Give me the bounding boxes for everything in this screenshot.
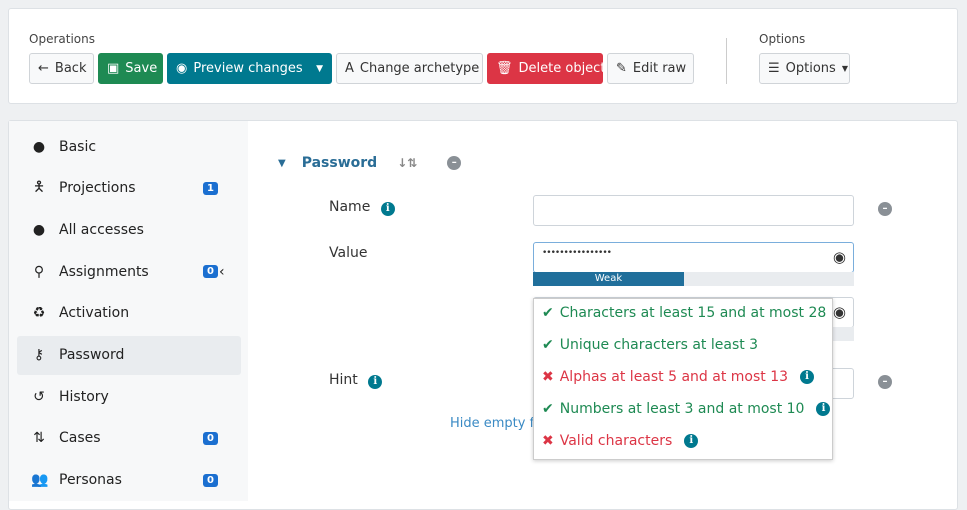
history-icon: ↺ [33,388,45,405]
sidebar-item-history[interactable]: ↺ History [17,377,241,416]
sidebar-item-label: Password [59,347,125,363]
sidebar-item-cases[interactable]: ⇅ Cases 0 [17,419,241,458]
chevron-left-icon[interactable]: ‹ [219,264,225,280]
recycle-icon: ♻ [32,305,46,322]
remove-icon[interactable]: – [878,202,892,216]
sidebar-item-label: History [59,388,109,405]
check-icon: ✔ [542,305,554,321]
circle-icon: ● [32,138,46,155]
hint-label: Hint i [329,372,383,389]
count-badge: 0 [203,265,218,279]
count-badge: 0 [203,473,218,487]
sidebar-item-label: Projections [59,180,136,197]
sidebar-item-password[interactable]: ⚷ Password [17,335,241,375]
remove-icon[interactable]: – [878,375,892,389]
password-rules-popup: ✔ Characters at least 15 and at most 28 ✔ U… [533,298,833,460]
sidebar-item-basic[interactable]: ● Basic [17,127,241,166]
edit-raw-button[interactable]: ✎ Edit raw [607,53,694,84]
save-button[interactable]: ▣ Save [98,53,163,84]
strength-fill: Weak [533,272,684,286]
name-input[interactable] [533,195,854,226]
info-icon[interactable]: i [368,375,383,389]
assignment-icon: ⚲ [33,263,45,280]
options-button[interactable]: ☰ Options ▼ [759,53,850,84]
remove-icon[interactable]: – [447,156,462,170]
value-label: Value [329,245,368,261]
sidebar: ● Basic 🯅 Projections 1 ● All accesses ⚲ Assignm… [9,121,248,501]
edit-icon: ✎ [616,61,627,76]
sidebar-item-assignments[interactable]: ⚲ Assignments 0 ‹ [17,252,241,291]
sidebar-item-activation[interactable]: ♻ Activation [17,294,241,333]
sort-icon[interactable]: ↓⇅ [397,156,417,170]
change-archetype-button[interactable]: A Change archetype [336,53,483,84]
sidebar-item-label: Basic [59,138,97,155]
sidebar-item-label: Activation [59,305,130,322]
sidebar-item-label: Personas [59,472,122,489]
strength-bar: Weak [533,272,854,286]
person-icon: 🯅 [32,179,46,196]
password-input[interactable]: •••••••••••••••• ◉ [533,242,854,273]
back-button[interactable]: ← Back [29,53,94,84]
info-icon[interactable]: i [800,370,815,384]
cases-icon: ⇅ [33,430,45,447]
check-icon: ✔ [542,401,554,417]
options-label: Options [759,32,806,46]
eye-icon[interactable]: ◉ [833,248,846,266]
preview-changes-button[interactable]: ◉ Preview changes ▼ [167,53,332,84]
info-icon[interactable]: i [684,434,699,448]
divider [726,38,727,84]
caret-down-icon[interactable]: ▼ [316,64,323,74]
info-icon[interactable]: i [816,402,831,416]
count-badge: 0 [203,431,218,445]
count-badge: 1 [203,181,218,195]
password-rule: ✖ Valid characters i [542,433,699,449]
sidebar-item-personas[interactable]: 👥 Personas 0 [17,461,241,500]
sidebar-item-all-accesses[interactable]: ● All accesses [17,210,241,249]
password-rule: ✖ Alphas at least 5 and at most 13 i [542,369,815,385]
archetype-icon: A [345,61,354,76]
password-rule: ✔ Characters at least 15 and at most 28 [542,305,827,321]
sidebar-item-label: Assignments [59,263,149,280]
trash-icon: 🗑 [496,61,513,76]
users-icon: 👥 [31,472,49,489]
eye-icon: ◉ [176,61,188,76]
password-rule: ✔ Numbers at least 3 and at most 10 i [542,401,831,417]
password-rule: ✔ Unique characters at least 3 [542,337,759,353]
name-label: Name i [329,199,395,216]
check-icon: ✔ [542,337,554,353]
arrow-left-icon: ← [38,61,49,76]
sidebar-item-label: All accesses [59,221,144,238]
delete-object-button[interactable]: 🗑 Delete object [487,53,605,84]
caret-down-icon: ▼ [841,64,848,73]
sidebar-item-projections[interactable]: 🯅 Projections 1 [17,169,241,208]
caret-down-icon[interactable]: ▼ [278,158,286,169]
operations-label: Operations [29,32,95,46]
menu-icon: ☰ [768,61,780,76]
section-header[interactable]: ▼ Password ↓⇅ – [278,155,462,171]
cross-icon: ✖ [542,369,554,385]
key-icon: ⚷ [33,347,45,363]
eye-icon[interactable]: ◉ [833,303,846,321]
circle-icon: ● [32,221,46,238]
cross-icon: ✖ [542,433,554,449]
sidebar-item-label: Cases [59,430,101,447]
info-icon[interactable]: i [380,202,395,216]
floppy-icon: ▣ [107,61,120,76]
